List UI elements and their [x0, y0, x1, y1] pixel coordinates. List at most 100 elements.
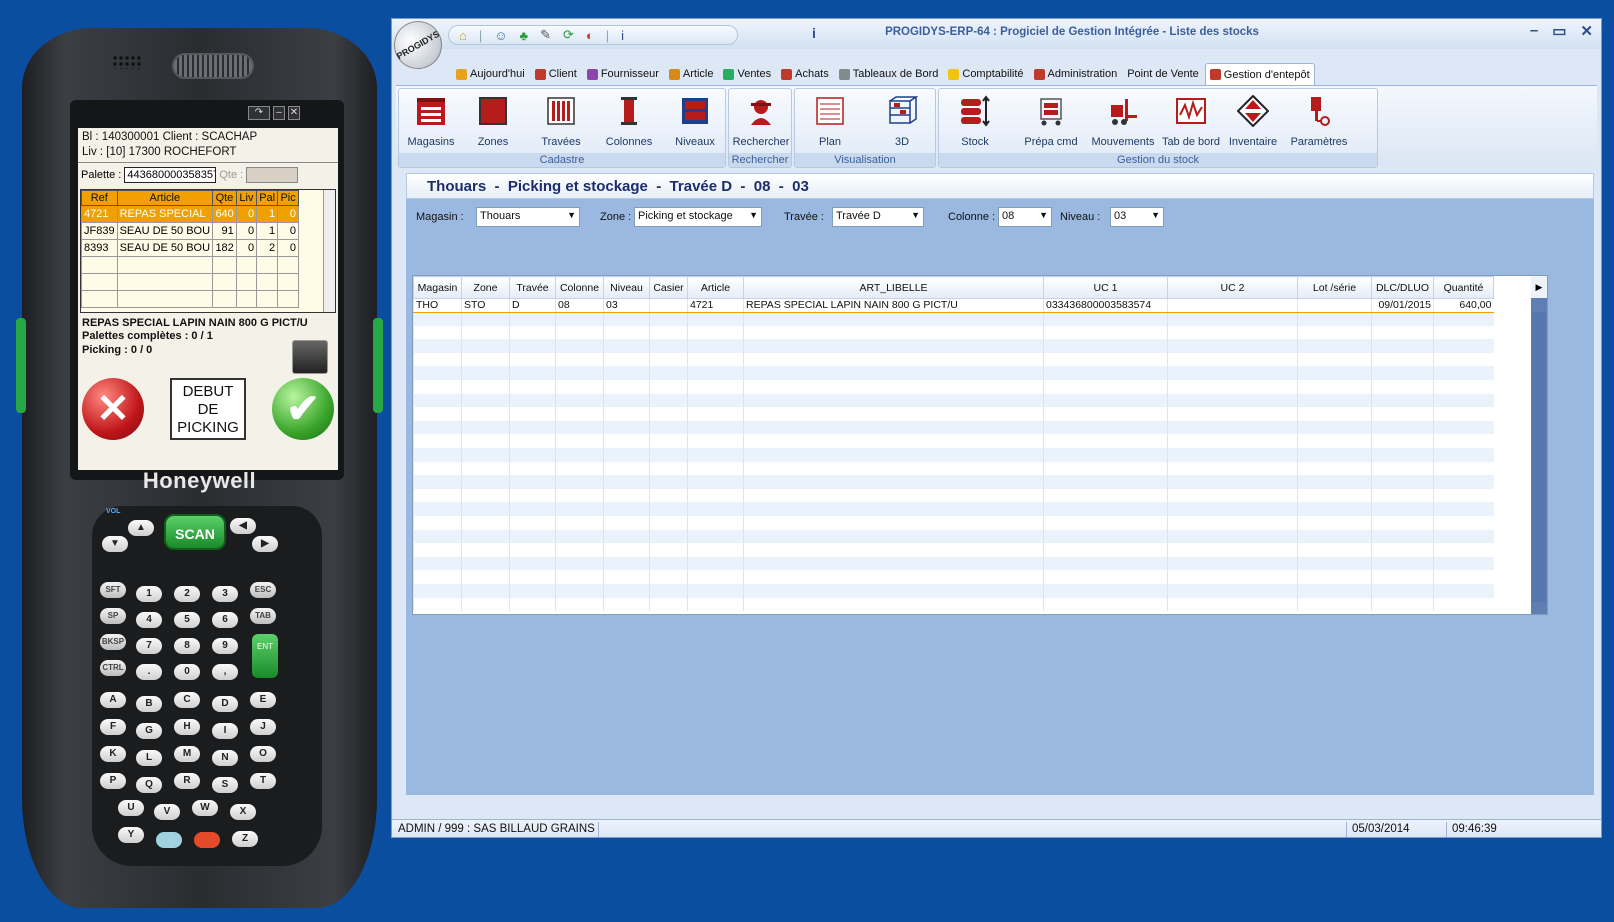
tab-point-de-vente[interactable]: Point de Vente [1123, 63, 1203, 85]
table-row[interactable]: JF839 SEAU DE 50 BOU 91 0 1 0 [81, 222, 299, 240]
grid-row[interactable] [413, 461, 1494, 476]
key-p[interactable]: P [100, 773, 126, 789]
key-f[interactable]: F [100, 719, 126, 735]
key-t[interactable]: T [250, 773, 276, 789]
qte-input[interactable] [246, 167, 299, 183]
key-b[interactable]: B [136, 696, 162, 712]
debut-picking-button[interactable]: DEBUT DE PICKING [170, 378, 246, 440]
tools-icon[interactable]: ✎ [540, 27, 551, 43]
grid-column-header[interactable]: UC 1 [1043, 276, 1168, 299]
key-row2-0[interactable]: SP [100, 608, 126, 624]
colonnes-button[interactable]: Colonnes [601, 95, 657, 148]
magasin-select[interactable]: Thouars ▼ [476, 207, 580, 227]
grid-row[interactable] [413, 339, 1494, 353]
grid-column-header[interactable]: Colonne [555, 276, 604, 299]
key-i[interactable]: I [212, 723, 238, 739]
key-v[interactable]: V [154, 804, 180, 820]
tab-comptabilit-[interactable]: Comptabilité [944, 63, 1027, 85]
picking-table-scrollbar[interactable] [323, 190, 335, 312]
key-s[interactable]: S [212, 777, 238, 793]
grid-column-header[interactable]: Quantité [1433, 276, 1494, 299]
table-row[interactable]: 4721 REPAS SPECIAL 640 0 1 0 [81, 205, 299, 223]
tab-aujourd-hui[interactable]: Aujourd'hui [452, 63, 529, 85]
grid-row[interactable] [413, 488, 1494, 503]
key-row4-0[interactable]: CTRL [100, 660, 126, 676]
table-row[interactable] [81, 290, 299, 308]
niveaux-button[interactable]: Niveaux [669, 95, 721, 148]
grid-column-header[interactable]: DLC/DLUO [1371, 276, 1434, 299]
arrow-left-icon[interactable]: ◀ [230, 518, 256, 534]
prepa-cmd-button[interactable]: Prépa cmd [1019, 95, 1083, 148]
table-row[interactable] [81, 273, 299, 291]
cancel-button[interactable]: ✕ [82, 378, 144, 440]
colonne-select[interactable]: 08 ▼ [998, 207, 1052, 227]
refresh-icon[interactable]: ⟳ [563, 27, 574, 43]
key-u[interactable]: U [118, 800, 144, 816]
grid-column-header[interactable]: Niveau [603, 276, 650, 299]
grid-column-header[interactable]: Zone [461, 276, 510, 299]
grid-row[interactable] [413, 434, 1494, 449]
tab-administration[interactable]: Administration [1030, 63, 1122, 85]
arrow-up-icon[interactable]: ▲ [128, 520, 154, 536]
3d-button[interactable]: 3D [877, 95, 927, 148]
key-row4-2[interactable]: 0 [174, 664, 200, 680]
grid-column-header[interactable]: Lot /série [1297, 276, 1372, 299]
zones-button[interactable]: Zones [469, 95, 517, 148]
rotate-icon[interactable]: ↷ [248, 106, 270, 120]
grid-row[interactable] [413, 366, 1494, 381]
inventaire-button[interactable]: Inventaire [1223, 94, 1283, 148]
grid-row[interactable] [413, 420, 1494, 435]
grid-column-header[interactable]: UC 2 [1167, 276, 1298, 299]
minimize-icon[interactable]: – [273, 106, 285, 120]
arrow-down-icon[interactable]: ▼ [102, 536, 128, 552]
key-w[interactable]: W [192, 800, 218, 816]
grid-row[interactable] [413, 380, 1494, 394]
travee-select[interactable]: Travée D ▼ [832, 207, 924, 227]
key-row3-0[interactable]: BKSP [100, 634, 126, 650]
column-header[interactable]: Pic [277, 190, 299, 206]
key-c[interactable]: C [174, 692, 200, 708]
table-row[interactable]: 8393 SEAU DE 50 BOU 182 0 2 0 [81, 239, 299, 257]
grid-row[interactable]: THO STO D 08 03 4721 REPAS SPECIAL LAPIN NAIN … [413, 298, 1494, 313]
key-k[interactable]: K [100, 746, 126, 762]
key-n[interactable]: N [212, 750, 238, 766]
tab-de-bord-button[interactable]: Tab de bord [1161, 95, 1221, 148]
column-header[interactable]: Ref [81, 190, 118, 206]
grid-row[interactable] [413, 475, 1494, 489]
key-row1-3[interactable]: 3 [212, 586, 238, 602]
key-y[interactable]: Y [118, 827, 144, 843]
key-a[interactable]: A [100, 692, 126, 708]
grid-row[interactable] [413, 583, 1494, 598]
column-header[interactable]: Liv [235, 190, 258, 206]
key-row4-1[interactable]: . [136, 664, 162, 680]
scroll-right-icon[interactable]: ▶ [1531, 276, 1547, 298]
grid-row[interactable] [413, 325, 1494, 340]
grid-column-header[interactable]: Casier [649, 276, 688, 299]
magasins-button[interactable]: Magasins [405, 95, 457, 148]
help-icon[interactable]: i [621, 28, 624, 43]
key-g[interactable]: G [136, 723, 162, 739]
contacts-icon[interactable]: ☺ [494, 28, 507, 43]
key-row1-4[interactable]: ESC [250, 582, 276, 598]
key-row1-1[interactable]: 1 [136, 586, 162, 602]
grid-row[interactable] [413, 502, 1494, 516]
tab-tableaux-de-bord[interactable]: Tableaux de Bord [835, 63, 943, 85]
key-q[interactable]: Q [136, 777, 162, 793]
travees-button[interactable]: Travées [535, 95, 587, 148]
tab-fournisseur[interactable]: Fournisseur [583, 63, 663, 85]
minimize-icon[interactable]: – [1530, 22, 1538, 40]
arrow-right-icon[interactable]: ▶ [252, 536, 278, 552]
tab-ventes[interactable]: Ventes [719, 63, 775, 85]
key-e[interactable]: E [250, 692, 276, 708]
plan-button[interactable]: Plan [805, 95, 855, 148]
key-row1-2[interactable]: 2 [174, 586, 200, 602]
grid-column-header[interactable]: Travée [509, 276, 556, 299]
enter-key[interactable]: ENT [252, 634, 278, 678]
parametres-button[interactable]: Paramètres [1287, 95, 1351, 148]
key-row4-3[interactable]: , [212, 664, 238, 680]
palette-input[interactable]: 4436800003583574 [124, 167, 217, 183]
column-header[interactable]: Qte [212, 190, 237, 206]
scrollbar-thumb[interactable] [1532, 312, 1546, 602]
grid-row[interactable] [413, 570, 1494, 584]
grid-row[interactable] [413, 516, 1494, 530]
